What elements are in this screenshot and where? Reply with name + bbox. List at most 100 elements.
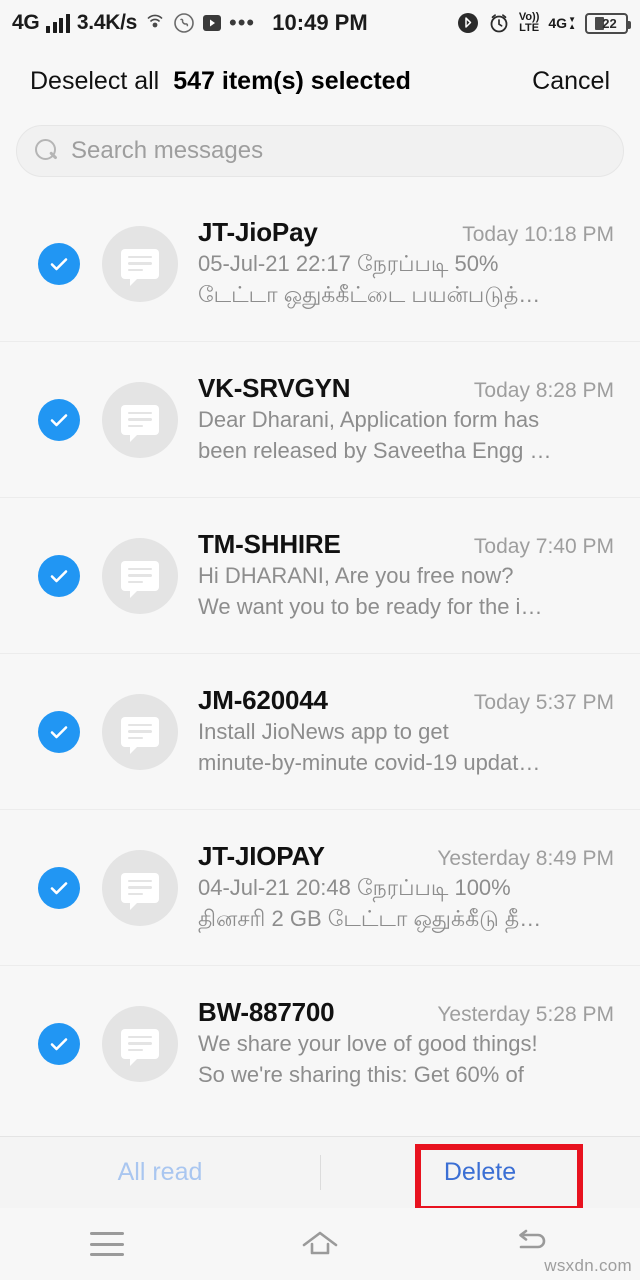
message-header-line: TM-SHHIRE Today 7:40 PM [198, 529, 614, 560]
watermark-label: wsxdn.com [544, 1256, 632, 1275]
message-list[interactable]: JT-JioPay Today 10:18 PM 05-Jul-21 22:17… [0, 186, 640, 1136]
message-sender: JT-JioPay [198, 217, 318, 247]
message-header-line: VK-SRVGYN Today 8:28 PM [198, 373, 614, 404]
message-preview: 04-Jul-21 20:48 நேரப்படி 100% தினசரி 2 G… [198, 872, 614, 934]
message-preview: Install JioNews app to get minute-by-min… [198, 716, 614, 778]
message-bubble-icon [121, 404, 159, 442]
checkbox-selected-icon[interactable] [38, 1022, 80, 1065]
cancel-button[interactable]: Cancel [532, 67, 610, 96]
message-list-item[interactable]: VK-SRVGYN Today 8:28 PM Dear Dharani, Ap… [0, 342, 640, 497]
message-content: JM-620044 Today 5:37 PM Install JioNews … [198, 685, 614, 778]
message-bubble-icon [121, 248, 159, 286]
search-bar-wrapper: Search messages [0, 116, 640, 186]
data-arrows-icon: 4G ▼ ▲ [548, 15, 576, 31]
status-bar-left: 4G 3.4K/s ••• [12, 11, 255, 35]
checkbox-selected-icon[interactable] [38, 554, 80, 597]
message-preview-line-2: been released by Saveetha Engg … [198, 438, 552, 463]
message-list-item[interactable]: TM-SHHIRE Today 7:40 PM Hi DHARANI, Are … [0, 498, 640, 653]
message-preview: We share your love of good things! So we… [198, 1028, 614, 1090]
message-avatar [102, 225, 178, 302]
message-avatar [102, 693, 178, 770]
message-list-item[interactable]: JM-620044 Today 5:37 PM Install JioNews … [0, 654, 640, 809]
message-preview-line-2: டேட்டா ஒதுக்கீட்டை பயன்படுத்… [198, 282, 541, 307]
message-avatar [102, 537, 178, 614]
signal-bars-icon [46, 13, 70, 33]
message-preview-line-2: minute-by-minute covid-19 updat… [198, 750, 541, 775]
message-timestamp: Yesterday 8:49 PM [437, 847, 614, 870]
battery-percent-label: 22 [602, 15, 617, 31]
network-type-label: 4G [12, 11, 40, 34]
search-input[interactable]: Search messages [16, 125, 624, 177]
message-list-item[interactable]: BW-887700 Yesterday 5:28 PM We share you… [0, 966, 640, 1121]
checkbox-selected-icon[interactable] [38, 710, 80, 753]
home-icon [302, 1231, 338, 1255]
checkbox-selected-icon[interactable] [38, 866, 80, 909]
deselect-all-button[interactable]: Deselect all [30, 67, 159, 96]
status-bar-right: Vo)) LTE 4G ▼ ▲ 22 [457, 12, 631, 34]
checkbox-selected-icon[interactable] [38, 242, 80, 285]
message-preview-line-1: 05-Jul-21 22:17 நேரப்படி 50% [198, 251, 499, 276]
message-content: VK-SRVGYN Today 8:28 PM Dear Dharani, Ap… [198, 373, 614, 466]
message-content: TM-SHHIRE Today 7:40 PM Hi DHARANI, Are … [198, 529, 614, 622]
message-preview: Hi DHARANI, Are you free now? We want yo… [198, 560, 614, 622]
message-header-line: BW-887700 Yesterday 5:28 PM [198, 997, 614, 1028]
message-preview-line-1: We share your love of good things! [198, 1031, 538, 1056]
message-list-item[interactable]: JT-JIOPAY Yesterday 8:49 PM 04-Jul-21 20… [0, 810, 640, 965]
checkbox-selected-icon[interactable] [38, 398, 80, 441]
data-rate-label: 3.4K/s [76, 11, 137, 34]
message-timestamp: Today 8:28 PM [473, 379, 614, 402]
whatsapp-icon [174, 13, 194, 33]
message-bubble-icon [121, 716, 159, 754]
message-timestamp: Yesterday 5:28 PM [437, 1003, 614, 1026]
volte-icon: Vo)) LTE [519, 12, 540, 34]
action-bar-separator [320, 1155, 321, 1190]
message-content: JT-JioPay Today 10:18 PM 05-Jul-21 22:17… [198, 217, 614, 310]
status-bar: 4G 3.4K/s ••• 10:49 PM Vo)) LTE 4G ▼ ▲ 2… [0, 0, 640, 46]
message-preview: 05-Jul-21 22:17 நேரப்படி 50% டேட்டா ஒதுக… [198, 248, 614, 310]
message-content: BW-887700 Yesterday 5:28 PM We share you… [198, 997, 614, 1090]
message-content: JT-JIOPAY Yesterday 8:49 PM 04-Jul-21 20… [198, 841, 614, 934]
bluetooth-icon [457, 13, 478, 33]
menu-icon [89, 1232, 124, 1256]
alarm-icon [490, 14, 508, 33]
message-sender: TM-SHHIRE [198, 529, 341, 559]
message-bubble-icon [121, 560, 159, 598]
message-avatar [102, 1005, 178, 1082]
message-timestamp: Today 5:37 PM [473, 691, 614, 714]
selection-header: Deselect all 547 item(s) selected Cancel [0, 46, 640, 116]
action-bar: All read Delete [0, 1136, 640, 1212]
net-badge-label: 4G [548, 15, 568, 31]
search-placeholder: Search messages [71, 137, 264, 164]
message-preview-line-2: So we're sharing this: Get 60% of [198, 1062, 524, 1087]
message-list-item[interactable]: JT-JioPay Today 10:18 PM 05-Jul-21 22:17… [0, 186, 640, 341]
nav-menu-button[interactable] [0, 1232, 213, 1256]
message-preview-line-1: Dear Dharani, Application form has [198, 407, 540, 432]
message-sender: JT-JIOPAY [198, 841, 325, 871]
message-timestamp: Today 7:40 PM [473, 535, 614, 558]
message-avatar [102, 381, 178, 458]
message-avatar [102, 849, 178, 926]
message-preview-line-1: Hi DHARANI, Are you free now? [198, 563, 514, 588]
message-preview-line-2: We want you to be ready for the i… [198, 594, 543, 619]
selected-count-label: 547 item(s) selected [173, 66, 411, 95]
message-sender: BW-887700 [198, 997, 335, 1027]
all-read-button[interactable]: All read [0, 1158, 320, 1187]
android-nav-bar: wsxdn.com [0, 1208, 640, 1280]
message-bubble-icon [121, 872, 159, 910]
message-timestamp: Today 10:18 PM [462, 223, 614, 246]
message-preview-line-1: Install JioNews app to get [198, 719, 449, 744]
video-player-icon [203, 15, 221, 31]
overflow-dots-icon: ••• [229, 10, 256, 35]
message-header-line: JT-JioPay Today 10:18 PM [198, 217, 614, 248]
hotspot-icon [147, 14, 163, 28]
updown-arrows: ▼ ▲ [568, 15, 576, 31]
nav-home-button[interactable] [213, 1227, 426, 1261]
search-icon [35, 139, 59, 163]
status-bar-clock: 10:49 PM [272, 10, 368, 35]
message-preview: Dear Dharani, Application form has been … [198, 404, 614, 466]
message-sender: JM-620044 [198, 685, 328, 715]
phone-screen: 4G 3.4K/s ••• 10:49 PM Vo)) LTE 4G ▼ ▲ 2… [0, 0, 640, 1280]
message-sender: VK-SRVGYN [198, 373, 351, 403]
message-header-line: JT-JIOPAY Yesterday 8:49 PM [198, 841, 614, 872]
delete-button[interactable]: Delete [320, 1158, 640, 1187]
